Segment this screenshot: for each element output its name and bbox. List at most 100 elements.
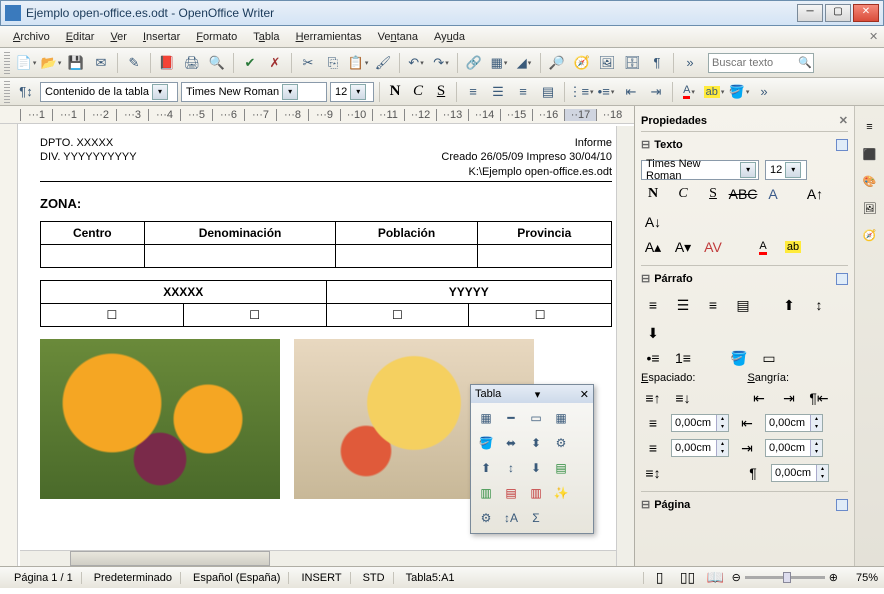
valign-bot-button[interactable]: ⬇ — [641, 322, 665, 344]
view-single-icon[interactable]: ▯ — [648, 567, 672, 589]
toolbar-overflow[interactable]: » — [679, 52, 701, 74]
horizontal-ruler[interactable]: ···1···1···2···3···4···5···6···7···8···9… — [0, 106, 634, 124]
insert-col-button[interactable]: ▥ — [475, 482, 497, 504]
pagina-heading[interactable]: Página — [654, 499, 690, 511]
close-button[interactable]: ✕ — [853, 4, 879, 22]
dec-spacing-button[interactable]: ≡↓ — [671, 387, 695, 409]
chevron-down-icon[interactable]: ▾ — [535, 388, 541, 401]
scroll-thumb[interactable] — [70, 551, 270, 566]
borders-button[interactable]: ▦ — [550, 407, 572, 429]
menu-formato[interactable]: Formato — [189, 29, 244, 45]
insert-row-button[interactable]: ▤ — [550, 457, 572, 479]
line-color-button[interactable]: ▭ — [525, 407, 547, 429]
first-line-spinner[interactable]: ▴▾ — [771, 464, 829, 482]
align-center-button[interactable]: ☰ — [671, 294, 695, 316]
status-sel[interactable]: Tabla5:A1 — [398, 572, 644, 584]
optimize-button[interactable]: ⚙ — [550, 432, 572, 454]
tabla-toolbar-header[interactable]: Tabla ▾ ✕ — [471, 385, 593, 403]
edit-button[interactable]: ✎ — [123, 52, 145, 74]
indent-button[interactable]: ⇥ — [645, 81, 667, 103]
outdent-button[interactable]: ⇤ — [620, 81, 642, 103]
formatpaint-button[interactable]: 🖌 — [372, 52, 394, 74]
th-yyyyy[interactable]: YYYYY — [326, 280, 612, 303]
draw-button[interactable]: ◢ — [513, 52, 535, 74]
undo-button[interactable]: ↶ — [405, 52, 427, 74]
italic-button[interactable]: C — [408, 82, 428, 102]
zoom-slider[interactable]: ⊖ ⊕ — [732, 571, 838, 584]
cell-check[interactable]: ☐ — [469, 303, 612, 326]
view-book-icon[interactable]: 📖 — [704, 567, 728, 589]
inc-indent-button[interactable]: ⇥ — [777, 387, 801, 409]
cell[interactable] — [41, 244, 145, 267]
vertical-scrollbar[interactable] — [616, 126, 634, 566]
menu-herramientas[interactable]: Herramientas — [289, 29, 369, 45]
th-centro[interactable]: Centro — [41, 221, 145, 244]
th-xxxxx[interactable]: XXXXX — [41, 280, 327, 303]
para-style-combo[interactable]: Contenido de la tabla▾ — [40, 82, 178, 102]
underline-button[interactable]: S — [701, 183, 725, 205]
styles-button[interactable]: ¶↕ — [15, 81, 37, 103]
subscript-button[interactable]: A▾ — [671, 236, 695, 258]
menu-ver[interactable]: Ver — [103, 29, 134, 45]
menu-archivo[interactable]: Archivo — [6, 29, 57, 45]
find-button[interactable]: 🔎 — [546, 52, 568, 74]
status-std[interactable]: STD — [355, 572, 394, 584]
bullet-list-button[interactable]: •≡ — [595, 81, 617, 103]
print-button[interactable]: 🖨 — [181, 52, 203, 74]
align-top-button[interactable]: ⬆ — [475, 457, 497, 479]
texto-heading[interactable]: Texto — [654, 139, 683, 151]
image-fruit[interactable] — [40, 339, 280, 499]
section-more-icon[interactable] — [836, 139, 848, 151]
email-button[interactable]: ✉ — [90, 52, 112, 74]
numbered-list-button[interactable]: ⋮≡ — [570, 81, 592, 103]
align-mid-button[interactable]: ↕ — [500, 457, 522, 479]
indent-right-spinner[interactable]: ▴▾ — [765, 439, 823, 457]
autoformat-button[interactable]: ✨ — [550, 482, 572, 504]
align-right-button[interactable]: ≡ — [701, 294, 725, 316]
delete-row-button[interactable]: ▤ — [500, 482, 522, 504]
hanging-indent-button[interactable]: ¶⇤ — [807, 387, 831, 409]
align-center-button[interactable]: ☰ — [487, 81, 509, 103]
menu-ventana[interactable]: Ventana — [371, 29, 425, 45]
superscript-button[interactable]: A▴ — [641, 236, 665, 258]
autospell-button[interactable]: ✗ — [264, 52, 286, 74]
maximize-button[interactable]: ▢ — [825, 4, 851, 22]
tabla-floating-toolbar[interactable]: Tabla ▾ ✕ ▦ ━ ▭ ▦ 🪣 ⬌ ⬍ ⚙ ⬆ ↕ ⬇ ▤ ▥ ▤ ▥ … — [470, 384, 594, 534]
shrink-font-button[interactable]: A↓ — [641, 211, 665, 233]
sort-button[interactable]: ↕A — [500, 507, 522, 529]
table-1[interactable]: Centro Denominación Población Provincia — [40, 221, 612, 268]
sidebar-navigator-icon[interactable]: 🧭 — [858, 223, 882, 247]
underline-button[interactable]: S — [431, 82, 451, 102]
menu-tabla[interactable]: Tabla — [246, 29, 286, 45]
minimize-button[interactable]: ─ — [797, 4, 823, 22]
sidebar-font-combo[interactable]: Times New Roman▾ — [641, 160, 759, 180]
search-box[interactable]: 🔍 — [708, 53, 814, 73]
cell-check[interactable]: ☐ — [183, 303, 326, 326]
status-style[interactable]: Predeterminado — [86, 572, 181, 584]
table-2[interactable]: XXXXX YYYYY ☐ ☐ ☐ ☐ — [40, 280, 612, 327]
doc-close-icon[interactable]: ✕ — [862, 28, 878, 45]
pdf-button[interactable]: 📕 — [156, 52, 178, 74]
align-bot-button[interactable]: ⬇ — [525, 457, 547, 479]
cell[interactable] — [144, 244, 336, 267]
sidebar-gallery-icon[interactable]: 🖼 — [858, 196, 882, 220]
menu-editar[interactable]: Editar — [59, 29, 102, 45]
strike-button[interactable]: ABC — [731, 183, 755, 205]
sidebar-size-combo[interactable]: 12▾ — [765, 160, 807, 180]
vertical-ruler[interactable] — [0, 124, 18, 566]
italic-button[interactable]: C — [671, 183, 695, 205]
navigator-button[interactable]: 🧭 — [571, 52, 593, 74]
numbering-button[interactable]: 1≡ — [671, 347, 695, 369]
table-insert-button[interactable]: ▦ — [475, 407, 497, 429]
table-props-button[interactable]: ⚙ — [475, 507, 497, 529]
sidebar-config-icon[interactable]: ≡ — [858, 115, 882, 139]
align-right-button[interactable]: ≡ — [512, 81, 534, 103]
grow-font-button[interactable]: A↑ — [803, 183, 827, 205]
paste-button[interactable]: 📋 — [347, 52, 369, 74]
datasource-button[interactable]: 🗄 — [621, 52, 643, 74]
space-before-spinner[interactable]: ▴▾ — [671, 414, 729, 432]
save-button[interactable]: 💾 — [65, 52, 87, 74]
inc-spacing-button[interactable]: ≡↑ — [641, 387, 665, 409]
sidebar-styles-icon[interactable]: 🎨 — [858, 169, 882, 193]
align-left-button[interactable]: ≡ — [462, 81, 484, 103]
